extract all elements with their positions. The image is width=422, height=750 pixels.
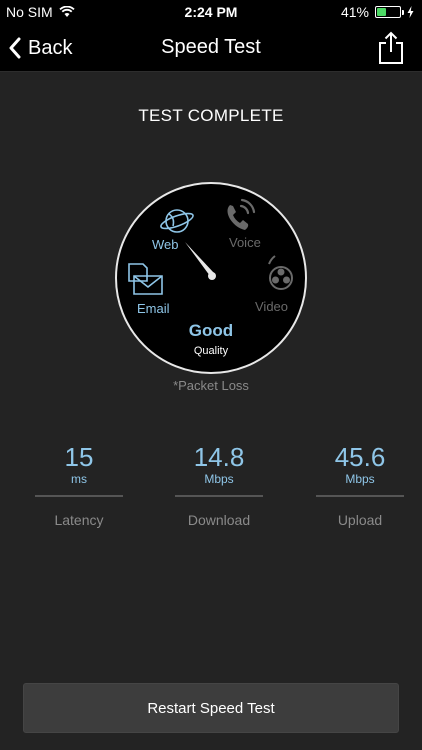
- film-reel-icon: [268, 255, 293, 290]
- upload-stat: 45.6 Mbps Upload: [316, 442, 404, 528]
- download-divider: [175, 495, 263, 497]
- latency-value: 15: [64, 442, 94, 472]
- gauge-needle: [185, 242, 216, 280]
- download-stat: 14.8 Mbps Download: [175, 442, 263, 528]
- battery-percent: 41%: [340, 4, 369, 20]
- latency-divider: [35, 495, 123, 497]
- download-unit: Mbps: [204, 472, 234, 486]
- upload-unit: Mbps: [345, 472, 375, 486]
- email-icon: [128, 263, 163, 295]
- upload-divider: [316, 495, 404, 497]
- battery-fill: [377, 8, 386, 16]
- gauge-label-web: Web: [152, 237, 179, 252]
- share-button[interactable]: [376, 30, 406, 66]
- latency-label: Latency: [54, 512, 104, 528]
- upload-value: 45.6: [334, 442, 386, 472]
- gauge-label-video: Video: [255, 299, 289, 314]
- quality-rating: Good: [188, 321, 234, 340]
- battery-icon: [375, 6, 404, 18]
- quality-rating-label: Quality: [193, 345, 229, 357]
- page-title: Speed Test: [161, 36, 261, 58]
- download-label: Download: [187, 512, 251, 528]
- test-status-heading: TEST COMPLETE: [138, 106, 284, 125]
- globe-icon: [160, 209, 194, 233]
- restart-speed-test-button[interactable]: Restart Speed Test: [23, 683, 399, 733]
- gauge-artwork: [128, 198, 293, 295]
- upload-label: Upload: [337, 512, 383, 528]
- share-icon: [379, 31, 403, 64]
- status-right: 41%: [341, 4, 414, 20]
- navigation-bar: Back Speed Test: [0, 24, 422, 72]
- quality-gauge: Web Voice Email Video Good Quality: [115, 182, 307, 374]
- latency-unit: ms: [71, 472, 87, 486]
- status-bar: No SIM 2:24 PM 41%: [0, 0, 422, 24]
- charging-bolt-icon: [407, 6, 414, 18]
- download-value: 14.8: [193, 442, 245, 472]
- gauge-label-voice: Voice: [229, 235, 261, 250]
- phone-icon: [227, 198, 256, 230]
- gauge-label-email: Email: [137, 301, 170, 316]
- packet-loss-footnote: *Packet Loss: [173, 378, 249, 393]
- latency-stat: 15 ms Latency: [35, 442, 123, 528]
